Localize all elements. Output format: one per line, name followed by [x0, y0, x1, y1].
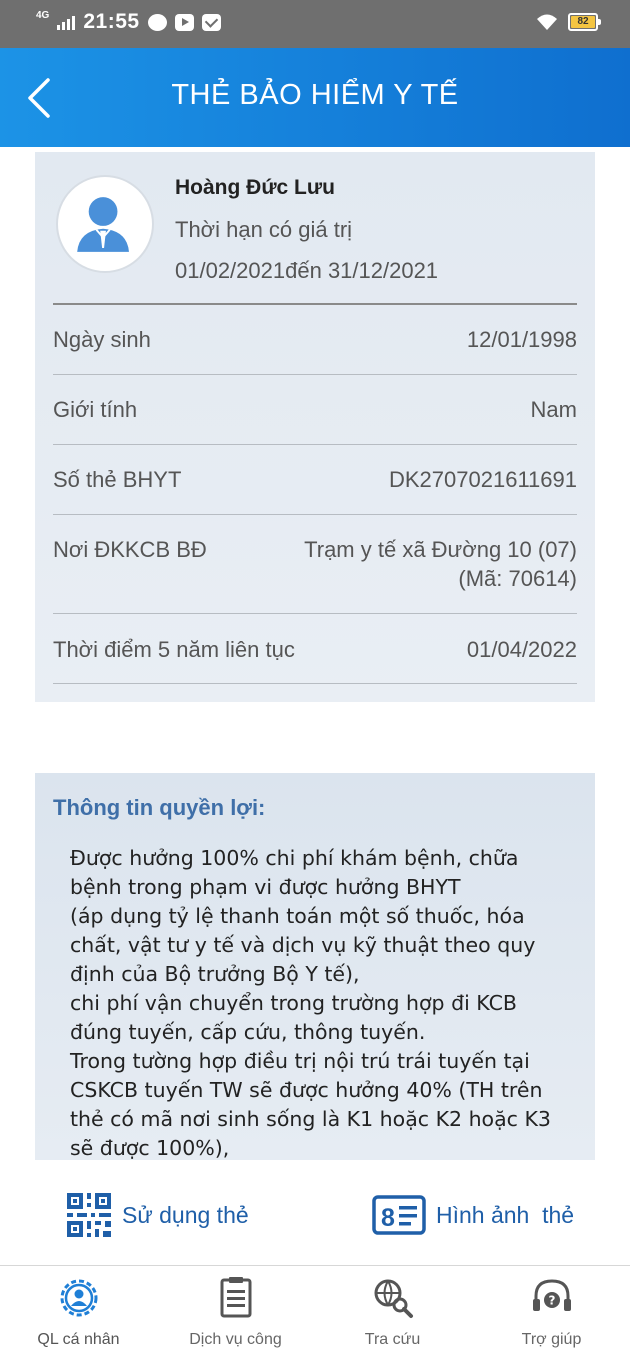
gender-value: Nam [530, 397, 577, 422]
youtube-icon [174, 13, 194, 31]
row-gender: Giới tính Nam [53, 375, 577, 445]
nav-label: Tra cứu [364, 1331, 421, 1348]
document-icon [220, 1277, 251, 1318]
status-right: 82 [536, 13, 601, 31]
card-image-button[interactable]: 8 Hình ảnh thẻ [372, 1190, 574, 1240]
card-number-label: Số thẻ BHYT [53, 467, 182, 492]
card-image-label: Hình ảnh thẻ [436, 1201, 575, 1228]
nav-label: Trợ giúp [521, 1331, 582, 1348]
person-icon [77, 197, 129, 252]
qr-code-icon [67, 1193, 111, 1237]
registered-clinic-label: Nơi ĐKKCB BĐ [53, 537, 207, 562]
row-five-years: Thời điểm 5 năm liên tục 01/04/2022 [53, 614, 577, 684]
card-number-value: DK2707021611691 [389, 467, 577, 492]
svg-text:8: 8 [381, 1204, 395, 1232]
benefit-paragraph: Được hưởng 100% chi phí khám bệnh, chữa … [70, 846, 519, 899]
app-header: THẺ BẢO HIỂM Y TẾ [0, 48, 630, 147]
status-left: 4G 21:55 [36, 10, 221, 34]
benefit-paragraph: (áp dụng tỷ lệ thanh toán một số thuốc, … [70, 904, 536, 986]
benefits-panel[interactable]: Thông tin quyền lợi: Được hưởng 100% chi… [35, 773, 595, 1160]
row-registered-clinic: Nơi ĐKKCB BĐ Trạm y tế xã Đường 10 (07) … [53, 515, 577, 614]
registered-clinic-value: Trạm y tế xã Đường 10 (07) [304, 537, 577, 562]
valid-to: 31/12/2021 [327, 258, 439, 283]
validity-label: Thời hạn có giá trị [175, 217, 353, 242]
use-card-button[interactable]: Sử dụng thẻ [66, 1190, 249, 1240]
status-bar: 4G 21:55 82 [0, 0, 630, 48]
registered-clinic-code: (Mã: 70614) [458, 566, 577, 591]
validity-range: 01/02/2021đến 31/12/2021 [175, 258, 438, 284]
nav-item-lookup[interactable]: Tra cứu [314, 1266, 471, 1351]
nav-item-public-services[interactable]: Dịch vụ công [157, 1266, 314, 1351]
birth-date-label: Ngày sinh [53, 327, 151, 352]
benefits-title: Thông tin quyền lợi: [53, 795, 266, 820]
page-title: THẺ BẢO HIỂM Y TẾ [171, 79, 459, 111]
benefit-paragraph: chi phí vận chuyển trong trường hợp đi K… [70, 991, 517, 1044]
avatar [56, 175, 154, 273]
nav-label: QL cá nhân [37, 1331, 120, 1348]
headset-help-icon: ? [532, 1279, 571, 1311]
globe-search-icon [374, 1279, 413, 1318]
battery-icon: 82 [568, 13, 601, 31]
battery-level: 82 [577, 16, 589, 27]
nav-label: Dịch vụ công [189, 1331, 282, 1348]
network-type: 4G [36, 10, 50, 21]
profile-gear-icon [60, 1279, 97, 1317]
wifi-icon [537, 14, 557, 30]
row-card-number: Số thẻ BHYT DK2707021611691 [53, 445, 577, 515]
gender-label: Giới tính [53, 397, 138, 422]
nav-item-help[interactable]: ? Trợ giúp [473, 1266, 630, 1351]
valid-from: 01/02/2021 [175, 258, 286, 283]
use-card-label: Sử dụng thẻ [122, 1201, 249, 1228]
five-years-value: 01/04/2022 [466, 637, 577, 662]
row-birth-date: Ngày sinh 12/01/1998 [53, 305, 577, 375]
bottom-nav: QL cá nhân Dịch vụ công Tra cứu ? Trợ gi… [0, 1265, 630, 1351]
messenger-icon [147, 13, 167, 31]
person-name: Hoàng Đức Lưu [175, 176, 335, 199]
insurance-card: Hoàng Đức Lưu Thời hạn có giá trị 01/02/… [35, 152, 595, 702]
benefit-paragraph: Trong tường hợp điều trị nội trú trái tu… [70, 1049, 551, 1160]
nav-item-personal[interactable]: QL cá nhân [0, 1266, 157, 1351]
birth-date-value: 12/01/1998 [466, 327, 577, 352]
mail-icon [201, 13, 221, 31]
benefits-text: Được hưởng 100% chi phí khám bệnh, chữa … [70, 844, 570, 1160]
signal-icon [57, 14, 76, 30]
five-years-label: Thời điểm 5 năm liên tục [53, 637, 295, 662]
svg-text:?: ? [548, 1294, 555, 1308]
id-card-icon: 8 [372, 1195, 426, 1235]
valid-to-separator: đến [285, 258, 328, 283]
clock: 21:55 [83, 10, 140, 33]
